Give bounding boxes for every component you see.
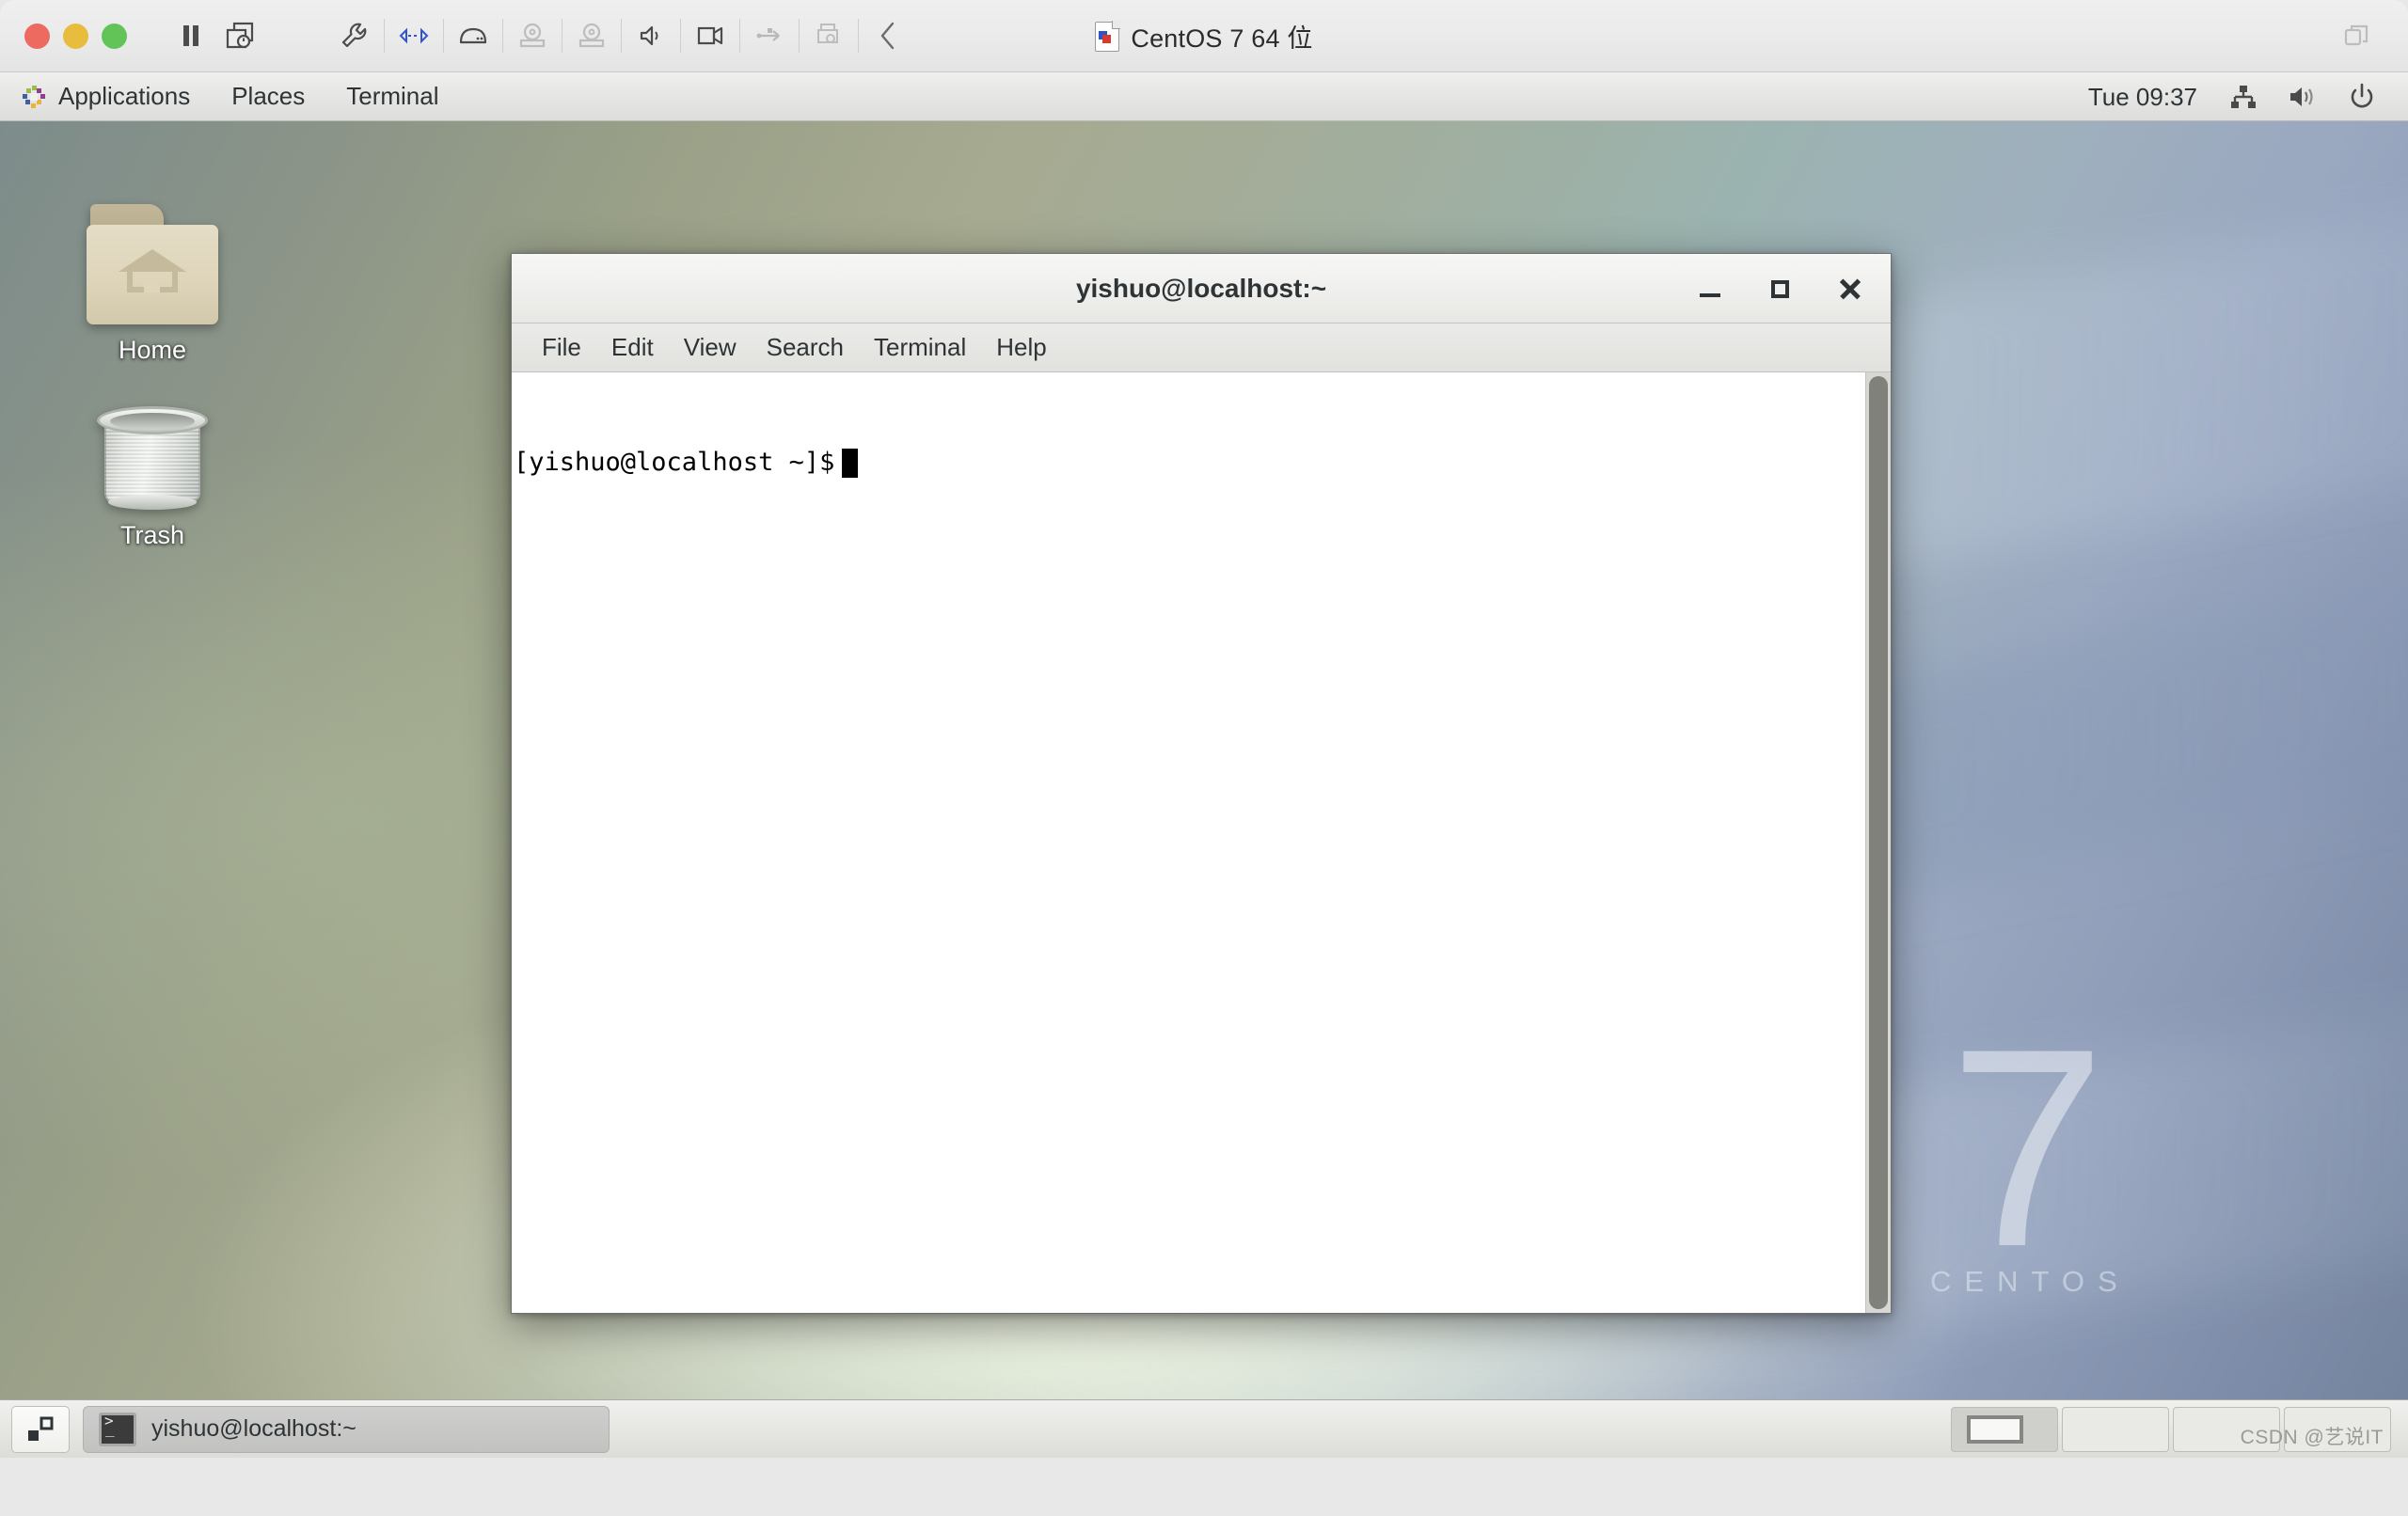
- toolbar-separator: [680, 19, 681, 53]
- menu-terminal[interactable]: Terminal: [859, 324, 981, 372]
- workspace-window-preview: [1967, 1415, 2023, 1444]
- terminal-mini-icon: [99, 1412, 136, 1446]
- close-window-button[interactable]: [24, 23, 50, 49]
- terminal-window-controls: [1689, 254, 1870, 324]
- menu-search[interactable]: Search: [752, 324, 859, 372]
- taskbar: yishuo@localhost:~ CSDN @艺说IT: [0, 1399, 2408, 1458]
- terminal-output[interactable]: [yishuo@localhost ~]$: [512, 372, 1865, 1313]
- gnome-menu-applications-label: Applications: [58, 82, 191, 110]
- terminal-prompt-line: [yishuo@localhost ~]$: [514, 447, 1865, 480]
- terminal-window[interactable]: yishuo@localhost:~ File Edit View Search…: [511, 253, 1892, 1314]
- toolbar-separator: [621, 19, 622, 53]
- desktop[interactable]: 7 CENTOS Home Trash yishuo@localhost:~ F…: [0, 121, 2408, 1458]
- workspace-1[interactable]: [1951, 1407, 2058, 1452]
- gnome-top-panel: Applications Places Terminal Tue 09:37: [0, 72, 2408, 121]
- terminal-scrollbar-thumb[interactable]: [1869, 376, 1888, 1309]
- network-status-icon[interactable]: [2214, 72, 2273, 121]
- gnome-menu-places-label: Places: [231, 82, 306, 110]
- minimize-window-button[interactable]: [63, 23, 88, 49]
- desktop-icon-trash[interactable]: Trash: [58, 394, 246, 550]
- gnome-menu-terminal-label: Terminal: [346, 82, 439, 110]
- centos-wallpaper-logo: 7 CENTOS: [1930, 989, 2241, 1312]
- desktop-icon-home-label: Home: [118, 336, 187, 364]
- show-desktop-button[interactable]: [11, 1405, 70, 1453]
- terminal-scrollbar[interactable]: [1865, 372, 1891, 1313]
- settings-wrench-icon[interactable]: [330, 12, 379, 59]
- vm-document-icon: [1095, 20, 1121, 52]
- gnome-menu-terminal[interactable]: Terminal: [325, 72, 459, 121]
- terminal-minimize-button[interactable]: [1689, 268, 1731, 309]
- toolbar-separator: [384, 19, 385, 53]
- terminal-menubar: File Edit View Search Terminal Help: [512, 324, 1891, 372]
- terminal-body[interactable]: [yishuo@localhost ~]$: [512, 372, 1891, 1313]
- workspace-2[interactable]: [2062, 1407, 2169, 1452]
- workspace-switcher: [1951, 1407, 2391, 1452]
- printer-icon[interactable]: [804, 12, 853, 59]
- vm-toolbar: CentOS 7 64 位: [0, 0, 2408, 72]
- centos-logo-number: 7: [1949, 989, 2106, 1305]
- terminal-cursor: [842, 448, 859, 478]
- cd-drive-icon[interactable]: [508, 12, 557, 59]
- vm-title-text: CentOS 7 64 位: [1131, 24, 1313, 53]
- desktop-icon-home[interactable]: Home: [58, 204, 246, 365]
- home-folder-icon: [87, 204, 218, 324]
- network-adapter-icon[interactable]: [389, 12, 438, 59]
- terminal-prompt: [yishuo@localhost ~]$: [514, 448, 835, 478]
- gnome-menu-places[interactable]: Places: [211, 72, 325, 121]
- unity-mode-icon[interactable]: [2333, 13, 2382, 60]
- toolbar-separator: [443, 19, 444, 53]
- toolbar-separator: [858, 19, 859, 53]
- toolbar-separator: [502, 19, 503, 53]
- taskbar-item-terminal-label: yishuo@localhost:~: [151, 1415, 356, 1442]
- camera-icon[interactable]: [686, 12, 735, 59]
- terminal-close-button[interactable]: [1829, 268, 1870, 309]
- usb-icon[interactable]: [745, 12, 794, 59]
- centos-logo-text: CENTOS: [1930, 1265, 2131, 1298]
- window-traffic-lights: [24, 23, 127, 49]
- terminal-titlebar[interactable]: yishuo@localhost:~: [512, 254, 1891, 324]
- snapshot-icon[interactable]: [215, 12, 264, 59]
- collapse-chevron-icon[interactable]: [863, 12, 912, 59]
- zoom-window-button[interactable]: [102, 23, 127, 49]
- gnome-panel-tray: Tue 09:37: [2071, 72, 2408, 121]
- vm-toolbar-right: [2333, 0, 2382, 72]
- terminal-maximize-button[interactable]: [1759, 268, 1800, 309]
- menu-view[interactable]: View: [669, 324, 752, 372]
- sound-card-icon[interactable]: [626, 12, 675, 59]
- volume-status-icon[interactable]: [2273, 72, 2333, 121]
- pause-icon[interactable]: [166, 12, 215, 59]
- desktop-icon-trash-label: Trash: [119, 521, 184, 549]
- trash-icon: [97, 399, 208, 510]
- power-menu-icon[interactable]: [2333, 72, 2391, 121]
- hard-disk-icon[interactable]: [449, 12, 498, 59]
- terminal-title: yishuo@localhost:~: [1075, 273, 1327, 303]
- centos-pinwheel-icon: [21, 84, 47, 110]
- workspace-3[interactable]: [2173, 1407, 2280, 1452]
- gnome-menu-applications[interactable]: Applications: [0, 72, 211, 121]
- menu-help[interactable]: Help: [981, 324, 1061, 372]
- menu-edit[interactable]: Edit: [596, 324, 669, 372]
- workspace-4[interactable]: [2284, 1407, 2391, 1452]
- taskbar-window-list: yishuo@localhost:~: [83, 1405, 610, 1453]
- menu-file[interactable]: File: [527, 324, 596, 372]
- taskbar-item-terminal[interactable]: yishuo@localhost:~: [83, 1405, 610, 1453]
- toolbar-separator: [799, 19, 800, 53]
- cd-drive-2-icon[interactable]: [567, 12, 616, 59]
- toolbar-separator: [739, 19, 740, 53]
- clock[interactable]: Tue 09:37: [2071, 83, 2214, 112]
